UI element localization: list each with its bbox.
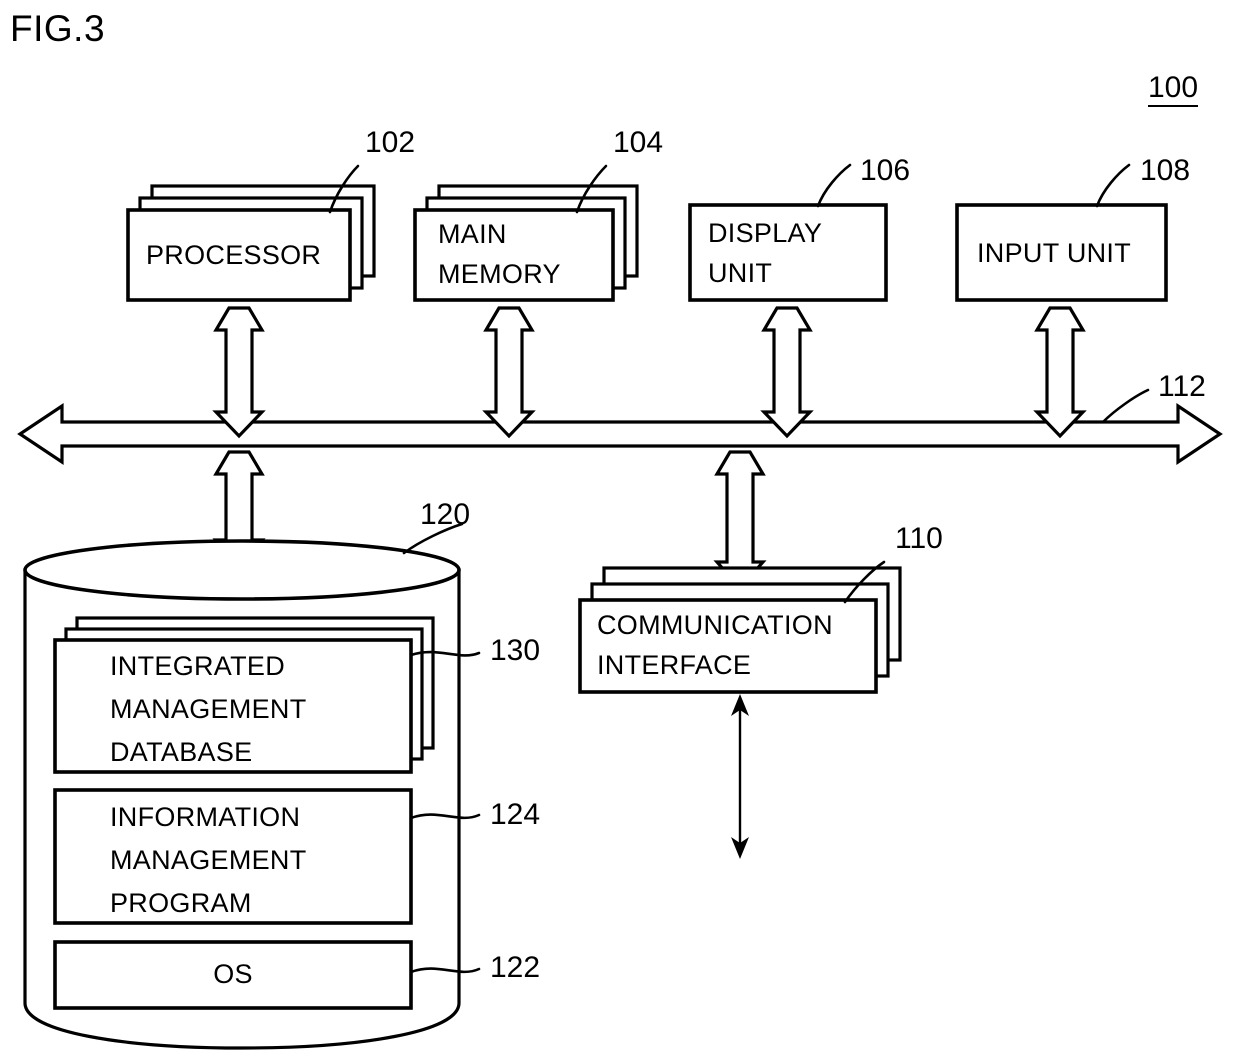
communication-interface-label-line1: COMMUNICATION (597, 610, 833, 640)
integrated-management-database-label-line3: DATABASE (110, 737, 253, 767)
ref-110: 110 (895, 522, 943, 555)
information-management-program-label-line1: INFORMATION (110, 802, 301, 832)
arrow-display-unit-bus (760, 306, 814, 439)
main-memory-label-line2: MEMORY (438, 259, 561, 289)
arrow-processor-bus (212, 306, 266, 439)
input-unit-label: INPUT UNIT (977, 238, 1132, 268)
ref-124: 124 (490, 798, 541, 831)
information-management-program-label-line2: MANAGEMENT (110, 845, 307, 875)
processor-label: PROCESSOR (146, 240, 322, 270)
communication-interface-label-line2: INTERFACE (597, 650, 752, 680)
system-reference-number: 100 (1148, 72, 1199, 107)
processor-block (126, 164, 376, 302)
main-memory-label-line1: MAIN (438, 219, 507, 249)
arrow-external-network (731, 694, 749, 859)
ref-122: 122 (490, 951, 541, 984)
display-unit-label-line2: UNIT (708, 258, 773, 288)
ref-102: 102 (365, 126, 416, 159)
patent-figure: .ln { fill:none; stroke:#000; stroke-wid… (0, 0, 1239, 1061)
display-unit-label-line1: DISPLAY (708, 218, 823, 248)
ref-106: 106 (860, 154, 911, 187)
system-bus (17, 388, 1223, 465)
integrated-management-database-label-line2: MANAGEMENT (110, 694, 307, 724)
arrow-input-unit-bus (1033, 306, 1087, 439)
ref-130: 130 (490, 634, 541, 667)
information-management-program-label-line3: PROGRAM (110, 888, 252, 918)
ref-120: 120 (420, 498, 471, 531)
arrow-main-memory-bus (482, 306, 536, 439)
ref-108: 108 (1140, 154, 1191, 187)
integrated-management-database-label-line1: INTEGRATED (110, 651, 286, 681)
ref-112: 112 (1158, 370, 1206, 403)
ref-104: 104 (613, 126, 664, 159)
figure-title: FIG.3 (10, 8, 106, 49)
os-label: OS (213, 959, 253, 989)
